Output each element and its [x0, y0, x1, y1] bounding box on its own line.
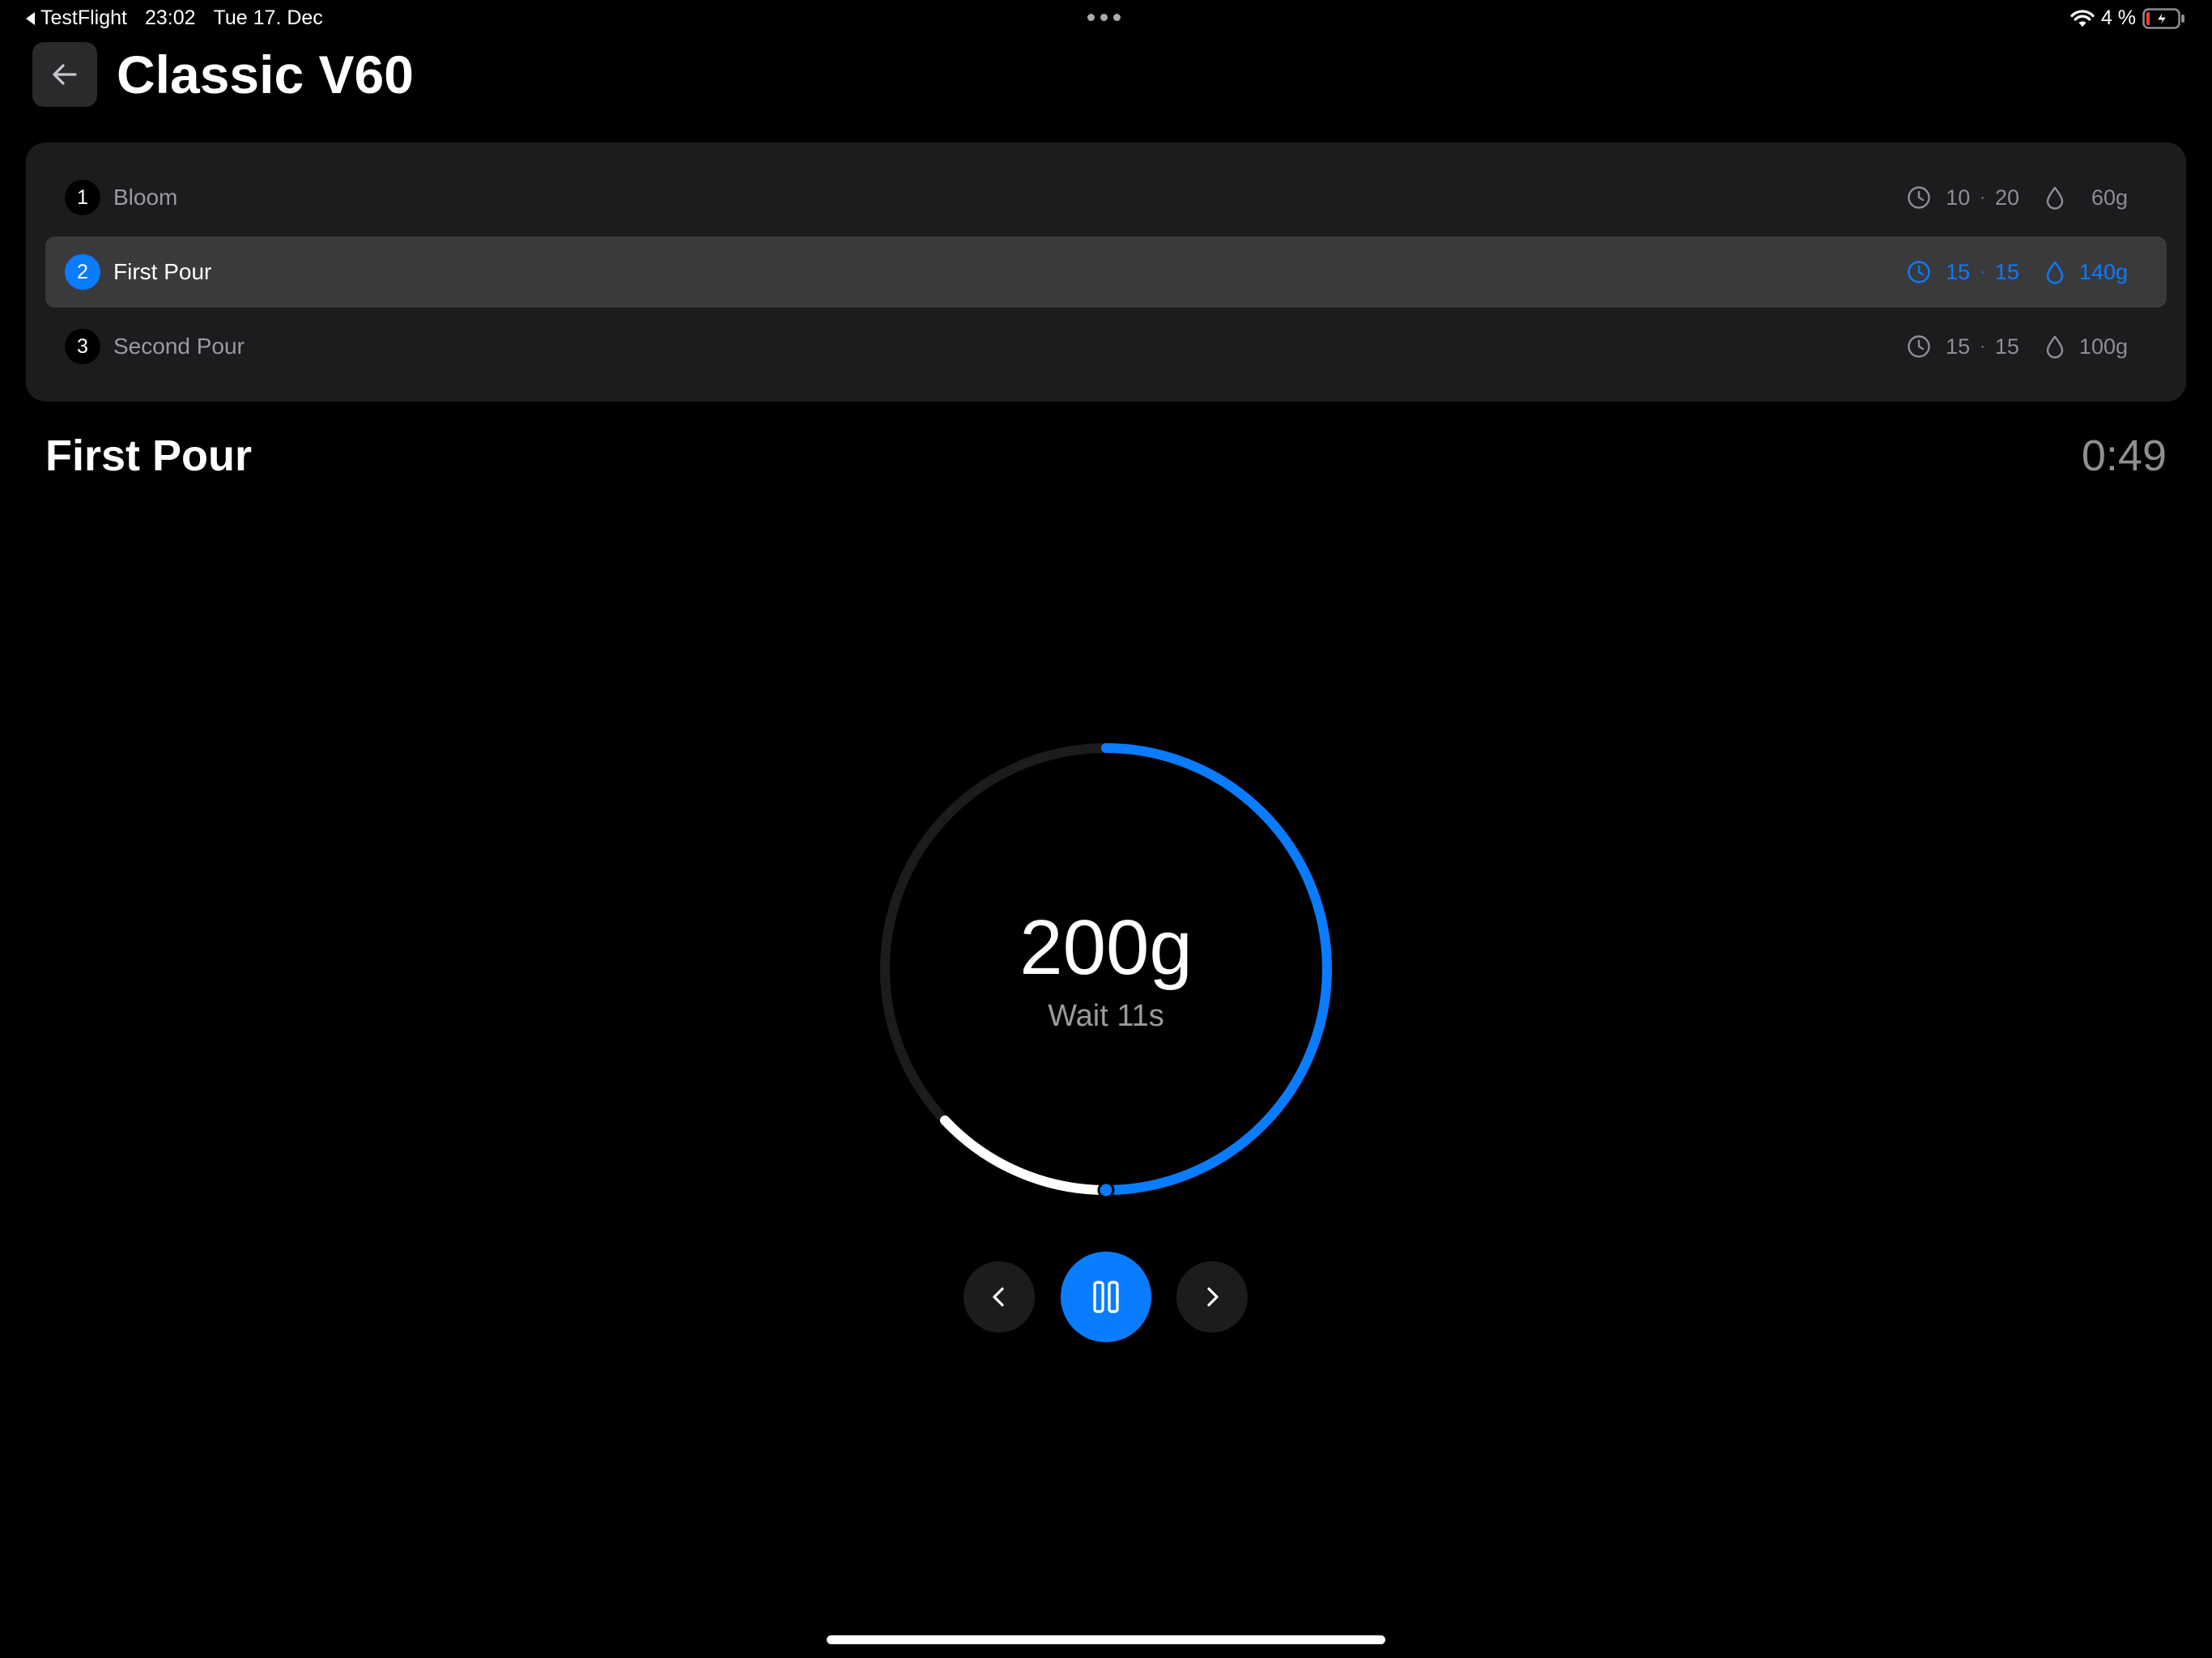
step-time-a: 15 [1946, 334, 1971, 359]
step-water: 60g [2091, 185, 2128, 210]
step-time-b: 15 [1994, 259, 2019, 284]
status-bar-right: 4 % [2070, 6, 2186, 30]
pause-button[interactable] [1061, 1252, 1151, 1342]
current-step-title: First Pour [45, 432, 253, 480]
water-drop-icon [2046, 335, 2064, 359]
wait-progress-arc [940, 1115, 1111, 1195]
back-to-app-icon [26, 11, 35, 25]
home-indicator[interactable] [827, 1635, 1385, 1644]
step-name: Bloom [113, 185, 178, 210]
step-water: 140g [2078, 259, 2128, 284]
step-time-separator: · [1980, 337, 1985, 355]
pour-progress-dial: 200g Wait 11s [878, 742, 1334, 1197]
status-time: 23:02 [144, 6, 196, 29]
step-name: First Pour [113, 259, 212, 284]
battery-charging-icon [2142, 7, 2184, 29]
step-time-separator: · [1980, 262, 1985, 281]
step-row-second-pour[interactable]: 3 Second Pour 15 · 15 100g [45, 311, 2167, 382]
clock-icon [1908, 186, 1930, 209]
step-time-b: 20 [1994, 185, 2019, 210]
dial-handle [1097, 1181, 1115, 1197]
next-step-button[interactable] [1176, 1261, 1248, 1333]
multitasking-dots-icon[interactable] [1087, 14, 1121, 21]
step-time-a: 15 [1946, 259, 1971, 284]
step-water: 100g [2078, 334, 2128, 359]
back-button[interactable] [32, 42, 97, 107]
step-row-first-pour[interactable]: 2 First Pour 15 · 15 140g [45, 236, 2167, 308]
target-weight: 200g [1019, 904, 1193, 991]
status-bar: TestFlight 23:02 Tue 17. Dec 4 % [0, 0, 2212, 39]
previous-step-button[interactable] [963, 1261, 1035, 1333]
wifi-icon [2070, 9, 2095, 27]
step-number: 3 [65, 329, 100, 364]
chevron-left-icon [993, 1287, 1004, 1307]
back-app-label: TestFlight [40, 6, 127, 29]
battery-percent: 4 % [2100, 6, 2136, 29]
step-time-a: 10 [1946, 185, 1971, 210]
status-date: Tue 17. Dec [213, 6, 323, 29]
elapsed-time: 0:49 [2081, 432, 2167, 480]
chevron-right-icon [1207, 1287, 1219, 1307]
step-number: 1 [65, 180, 100, 215]
page-title: Classic V60 [117, 45, 414, 104]
wait-countdown: Wait 11s [1048, 999, 1164, 1033]
clock-icon [1908, 335, 1930, 358]
steps-list: 1 Bloom 10 · 20 60g 2 First Pour 15 · 15… [26, 142, 2186, 402]
step-time-separator: · [1980, 188, 1985, 206]
status-bar-left[interactable]: TestFlight 23:02 Tue 17. Dec [26, 6, 323, 30]
step-name: Second Pour [113, 334, 245, 359]
arrow-left-icon [53, 64, 77, 85]
step-row-bloom[interactable]: 1 Bloom 10 · 20 60g [45, 162, 2167, 233]
step-time-b: 15 [1994, 334, 2019, 359]
clock-icon [1908, 261, 1930, 283]
step-meta: 10 · 20 60g [1907, 162, 2128, 233]
step-meta: 15 · 15 140g [1907, 236, 2128, 308]
step-meta: 15 · 15 100g [1907, 311, 2128, 382]
water-drop-icon [2046, 186, 2064, 210]
water-drop-icon [2046, 261, 2064, 284]
pause-icon [1093, 1281, 1119, 1313]
step-number: 2 [65, 254, 100, 290]
